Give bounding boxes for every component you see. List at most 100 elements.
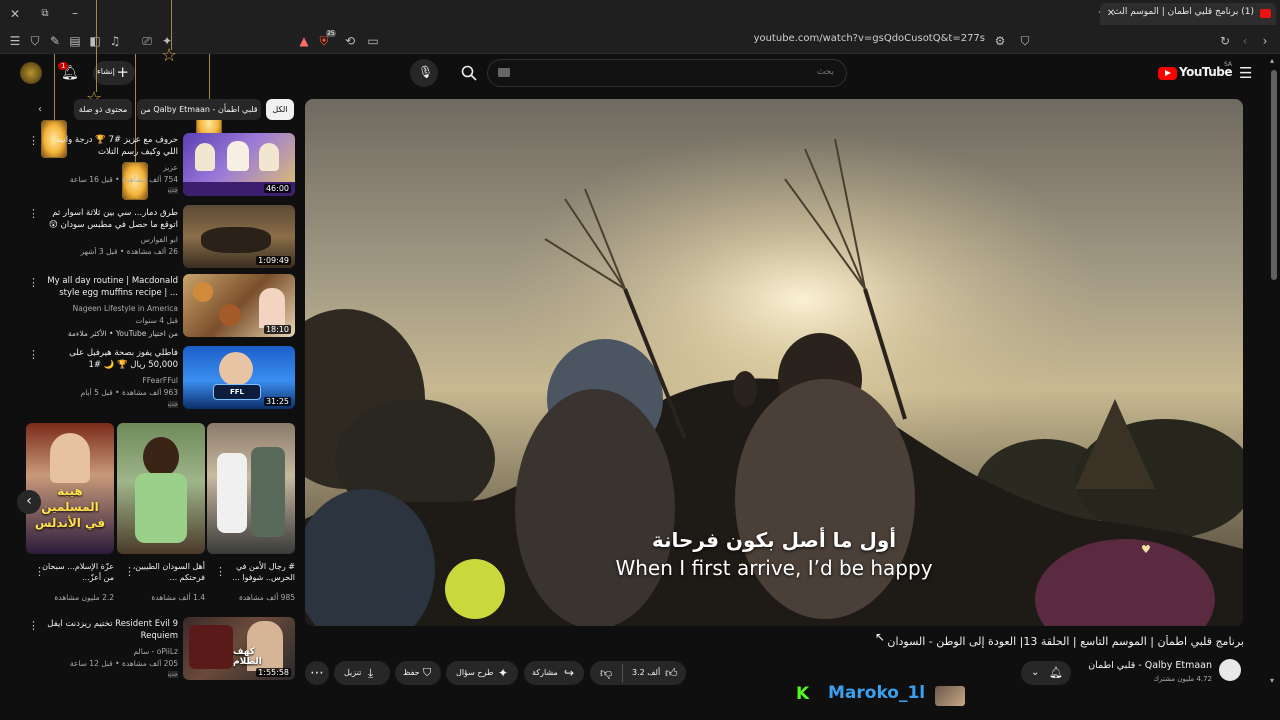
shield-icon[interactable]: ⛉ [28,34,42,48]
youtube-pick-badge: من اختيار YouTube • الأكثر ملاءمة [67,329,178,338]
more-options-icon[interactable]: ⋮ [28,348,39,361]
save-label: حفظ [403,668,420,677]
short-thumbnail[interactable]: هيبة المسلمين في الأندلس [26,423,114,554]
screenshot-icon[interactable]: ⎚ [140,34,154,48]
address-bar[interactable]: youtube.com/watch?v=gsQdoCusotQ&t=277s [700,33,985,44]
page-scrollbar[interactable] [1271,70,1277,280]
more-options-icon[interactable]: ⋮ [28,207,39,220]
more-options-icon[interactable]: ⋮ [34,565,45,578]
channel-avatar[interactable] [1219,659,1241,681]
download-button[interactable]: تنزيل ⤓ [334,661,390,685]
chip-all[interactable]: الكل [266,99,294,120]
close-window-icon[interactable]: ✕ [8,7,22,21]
video-meta: 754 ألف مشاهدة • قبل 16 ساعة [69,175,178,184]
channel-name[interactable]: Qalby Etmaan - قلبي اطمأن [1086,660,1212,671]
short-title[interactable]: أهل السودان الطيبين، فرحتكم ... [131,561,205,583]
dislike-icon[interactable]: 👎︎ [600,661,612,685]
share-button[interactable]: مشاركة ↪ [524,661,584,685]
ask-label: طرح سؤال [456,668,494,677]
share-label: مشاركة [532,668,558,677]
pen-icon[interactable]: ✎ [48,34,62,48]
reload-icon[interactable]: ↻ [1218,34,1232,48]
search-button[interactable] [452,59,486,87]
minimize-icon[interactable]: – [68,6,82,20]
video-thumbnail[interactable]: 46:00 [183,133,295,196]
video-meta: 205 ألف مشاهدة • قبل 12 ساعة [69,659,178,668]
short-title[interactable]: # رجال الأمن في الحرس.. شوفوا ... [221,561,295,583]
video-channel[interactable]: Nageen Lifestyle in America [44,304,178,313]
like-icon[interactable]: 👍︎ [665,661,678,685]
voice-search-button[interactable]: 🎙︎ [410,59,438,87]
cast-icon[interactable]: ▭ [366,34,380,48]
more-options-icon[interactable]: ⋮ [28,134,39,147]
download-icon: ⤓ [368,666,374,680]
video-duration: 46:00 [263,184,291,193]
music-icon[interactable]: ♫ [108,34,122,48]
video-title[interactable]: طرق دمار... سي بين ثلاثة اسوار ثم اتوقع … [44,207,178,231]
video-thumbnail[interactable]: FFL 31:25 [183,346,295,409]
save-button[interactable]: حفظ ⛉ [395,661,441,685]
streamer-name: Maroko_1l [828,683,926,703]
lantern-string [209,54,210,104]
chips-prev-icon[interactable]: ‹ [38,104,42,115]
browser-tab-bar: ✕ ⧉ – + ✕ (1) برنامج قلبي اطمأن | الموسم… [0,0,1280,28]
guide-menu-icon[interactable]: ☰ [1239,64,1252,82]
bookmark-icon[interactable]: ⛉ [1018,34,1032,48]
more-actions-icon[interactable]: ⋯ [305,661,329,685]
video-channel[interactable]: oPiiLz - سالم [44,647,178,656]
maximize-icon[interactable]: ⧉ [38,7,52,21]
chevron-down-icon: ⌄ [1031,667,1040,678]
search-placeholder: بحث [816,67,834,77]
more-options-icon[interactable]: ⋮ [28,276,39,289]
download-label: تنزيل [344,668,362,677]
video-channel[interactable]: FFearFFul [44,376,178,385]
video-title[interactable]: Resident Evil 9 تختيم ريزدنت ايفل Requie… [44,618,178,642]
video-duration: 1:55:58 [256,668,291,677]
video-title[interactable]: حروف مع عزيز #7 🏆 درجة وانيه اللي وكيف ر… [44,134,178,158]
star-string [96,0,97,92]
video-duration: 1:09:49 [256,256,291,265]
video-title[interactable]: فاطلي يفوز بصحة هيرفيل على 50,000 ريال 🏆… [44,347,178,371]
video-thumbnail[interactable]: 18:10 [183,274,295,337]
translate-icon[interactable]: ⟲ [343,34,357,48]
scroll-down-icon[interactable]: ▾ [1270,676,1274,685]
more-options-icon[interactable]: ⋮ [215,565,226,578]
create-button[interactable]: + إنشاء [93,61,135,85]
video-thumbnail[interactable]: 1:09:49 [183,205,295,268]
scroll-up-icon[interactable]: ▴ [1270,56,1274,65]
short-thumbnail[interactable] [207,423,295,554]
subscribe-bell-button[interactable]: ⌄ 🔔︎ [1021,661,1071,685]
shorts-prev-button[interactable]: ‹ [17,490,41,514]
video-thumbnail[interactable]: كهف الظلام 1:55:58 [183,617,295,680]
like-count: 3.2 ألف [632,668,661,677]
tabs-icon[interactable]: ▤ [68,34,82,48]
new-badge: جديد [168,671,178,678]
sidebar-icon[interactable]: ◧ [88,34,102,48]
warning-icon[interactable]: ▲ [297,34,311,48]
more-options-icon[interactable]: ⋮ [124,565,135,578]
bell-icon: 🔔︎ [1049,666,1063,679]
search-input[interactable]: بحث [487,59,847,87]
create-label: إنشاء [97,67,115,76]
short-thumbnail[interactable] [117,423,205,554]
menu-icon[interactable]: ☰ [8,34,22,48]
chip-related[interactable]: محتوى ذو صلة [74,99,132,120]
video-meta: قبل 4 سنوات [135,316,178,325]
tab-active[interactable]: ✕ (1) برنامج قلبي اطمأن | الموسم الث [1100,3,1276,25]
back-icon[interactable]: ‹ [1238,34,1252,48]
site-settings-icon[interactable]: ⚙ [993,34,1007,48]
streamer-emote [935,686,965,706]
ask-button[interactable]: طرح سؤال ✦ [446,661,518,685]
video-channel[interactable]: عزيز [44,163,178,172]
forward-icon[interactable]: › [1258,34,1272,48]
video-channel[interactable]: ابو الفوارس [44,235,178,244]
avatar[interactable] [20,62,42,84]
youtube-logo[interactable]: YouTube SA [1158,61,1233,82]
keyboard-icon[interactable] [498,68,510,77]
more-options-icon[interactable]: ⋮ [28,619,39,632]
heart-icon: ♥ [1141,543,1151,556]
video-title[interactable]: My all day routine | Macdonald style egg… [44,275,178,299]
video-meta: 963 ألف مشاهدة • قبل 5 أيام [80,388,178,397]
chip-from-channel[interactable]: من Qalby Etmaan - قلبي اطمأن [137,99,261,120]
short-title[interactable]: عزّة الإسلام... سبحان من أعزّ... [40,561,114,583]
